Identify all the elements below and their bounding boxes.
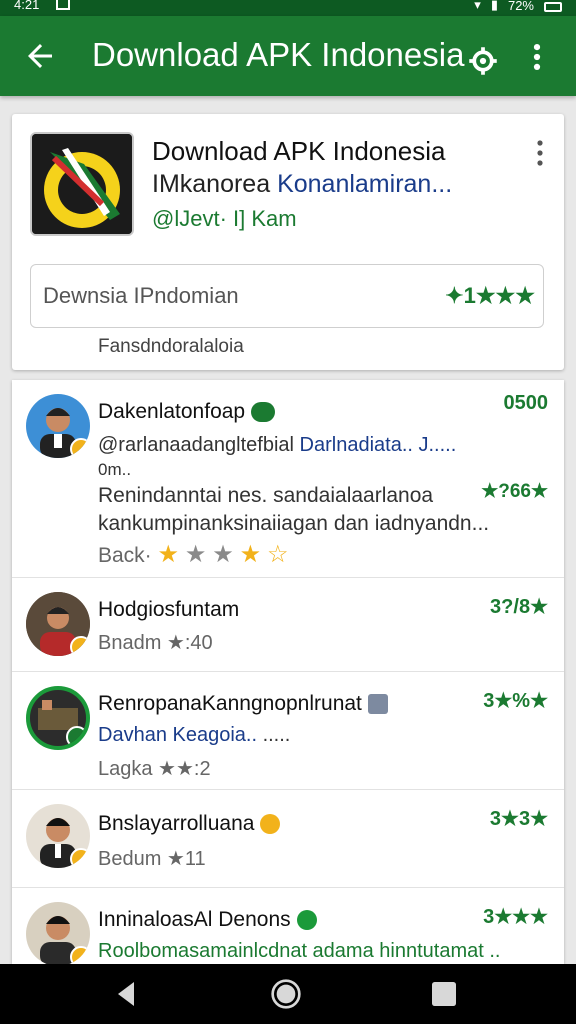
review-meta: @rarlanaadangltefbial Darlnadiata.. J...… — [98, 434, 457, 456]
reviewer-name: Hodgiosfuntam — [98, 598, 240, 621]
app-info-card: Download APK Indonesia IMkanorea Konanla… — [12, 114, 564, 370]
review-item[interactable]: Bnslayarrolluana 3★3★ Bedum ★11 — [12, 790, 564, 888]
verified-badge-icon — [66, 726, 86, 746]
star-icon: ★ — [212, 541, 234, 568]
battery-icon — [544, 1, 562, 12]
star-icon: ★ — [184, 541, 207, 568]
review-body-2: kankumpinanksinaiiagan dan iadnyandn... — [98, 512, 490, 535]
review-score: 3★★★ — [483, 906, 548, 928]
star-icon: ★ — [157, 541, 180, 568]
avatar — [26, 804, 90, 868]
review-item[interactable]: InninaloasAl Denons 3★★★ Roolbomasamainl… — [12, 888, 564, 964]
search-placeholder: Dewnsia IPndomian — [43, 283, 239, 308]
stars-label: Back· — [98, 544, 152, 567]
review-inline-score: ★?66★ — [481, 481, 548, 502]
status-icons: ▾ ▮ 72% — [474, 0, 562, 13]
home-nav-icon[interactable] — [270, 978, 302, 1010]
badge-icon — [260, 814, 281, 835]
review-meta-more: Lagka ★★:2 — [98, 758, 211, 780]
review-meta-more: 0m.. — [98, 460, 132, 479]
app-subtitle: IMkanorea Konanlamiran... — [152, 170, 452, 199]
avatar — [26, 686, 90, 750]
app-bar: Download APK Indonesia — [0, 16, 576, 96]
star-icon: ☆ — [266, 541, 289, 568]
verified-badge-icon — [70, 636, 90, 656]
app-name: Download APK Indonesia — [152, 136, 446, 166]
app-subtitle-link[interactable]: Konanlamiran... — [277, 170, 452, 198]
reviews-list: Dakenlatonfoap 0500 @rarlanaadangltefbia… — [12, 380, 564, 964]
app-subtitle-text: IMkanorea — [152, 170, 278, 198]
wifi-icon: ▾ — [474, 0, 481, 12]
status-time: 4:21 — [14, 0, 40, 12]
status-bar: 4:21 ▾ ▮ 72% — [0, 0, 576, 16]
review-meta-link[interactable]: Darlnadiata.. J..... — [300, 434, 457, 456]
reviewer-name: Dakenlatonfoap — [98, 400, 276, 424]
card-caption: Fansdndoralaloia — [98, 336, 244, 357]
app-logo-icon — [32, 134, 132, 234]
overflow-menu-icon[interactable] — [520, 40, 554, 74]
reviewer-name: Bnslayarrolluana — [98, 812, 281, 836]
review-item[interactable]: Dakenlatonfoap 0500 @rarlanaadangltefbia… — [12, 380, 564, 578]
page-title: Download APK Indonesia — [92, 36, 465, 73]
review-meta: Roolbomasamainlcdnat adama hinntutamat .… — [98, 940, 501, 962]
review-meta: Davhan Keagoia.. ..... — [98, 724, 291, 746]
review-item[interactable]: RenropanaKanngnopnlrunat 3★%★ Davhan Kea… — [12, 672, 564, 790]
avatar — [26, 902, 90, 964]
star-icon: ★ — [239, 541, 262, 568]
review-score: 3?/8★ — [490, 596, 548, 618]
chat-icon — [251, 402, 276, 423]
verified-badge-icon — [70, 438, 90, 458]
download-icon — [296, 910, 317, 931]
verified-badge-icon — [70, 848, 90, 868]
recents-nav-icon[interactable] — [428, 978, 460, 1010]
review-score: 0500 — [503, 392, 549, 414]
avatar — [26, 592, 90, 656]
signal-icon: ▮ — [490, 0, 498, 12]
edit-icon — [367, 694, 388, 715]
review-score: 3★3★ — [489, 808, 548, 830]
verified-badge-icon — [70, 946, 90, 964]
review-body-1: Renindanntai nes. sandaialaarlanoa — [98, 484, 434, 507]
search-rating: ✦1★★★ — [445, 283, 535, 308]
review-meta: Bnadm ★:40 — [98, 632, 213, 654]
review-item[interactable]: Hodgiosfuntam 3?/8★ Bnadm ★:40 — [12, 578, 564, 672]
battery-percent: 72% — [507, 0, 534, 13]
card-menu-icon[interactable] — [530, 138, 550, 168]
system-nav-bar — [0, 964, 576, 1024]
review-meta: Bedum ★11 — [98, 848, 206, 870]
search-box[interactable]: Dewnsia IPndomian ✦1★★★ — [30, 264, 544, 328]
review-meta-link[interactable]: Davhan Keagoia.. — [98, 724, 257, 746]
developer-name[interactable]: @lJevt· I] Kam — [152, 206, 297, 232]
notification-icon — [56, 0, 70, 10]
back-arrow-icon[interactable] — [22, 38, 58, 74]
gear-icon[interactable] — [468, 46, 498, 76]
avatar — [26, 394, 90, 458]
app-icon[interactable] — [30, 132, 134, 236]
review-score: 3★%★ — [483, 690, 548, 712]
star-rating: Back· ★ ★ ★ ★ ☆ — [98, 540, 288, 569]
reviewer-name: RenropanaKanngnopnlrunat — [98, 692, 388, 716]
back-nav-icon[interactable] — [110, 978, 142, 1010]
reviewer-name: InninaloasAl Denons — [98, 908, 317, 932]
